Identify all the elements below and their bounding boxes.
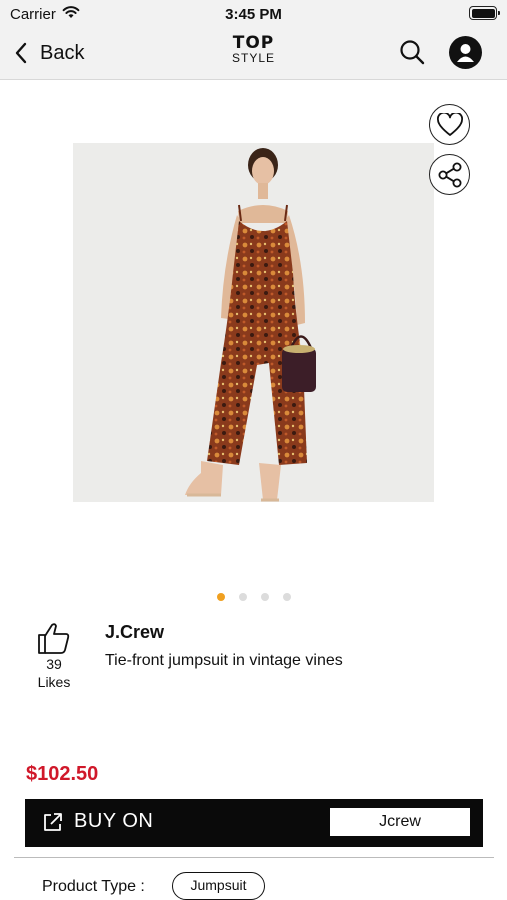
brand-name: J.Crew <box>105 622 165 642</box>
product-image[interactable] <box>73 143 434 502</box>
favorite-button[interactable] <box>429 104 470 145</box>
user-icon <box>457 44 474 62</box>
product-type-label: Product Type : <box>42 878 145 895</box>
app-logo: TOP STYLE <box>0 34 507 65</box>
logo-top-text: TOP <box>232 33 275 53</box>
product-name: Tie-front jumpsuit in vintage vines <box>105 652 343 669</box>
product-type-chip[interactable]: Jumpsuit <box>172 872 265 900</box>
product-price: $102.50 <box>26 763 99 785</box>
store-name: Jcrew <box>330 808 470 836</box>
clock: 3:45 PM <box>225 6 282 23</box>
buy-on-label: BUY ON <box>74 810 154 832</box>
model-photo <box>73 143 434 502</box>
battery-icon <box>469 6 500 20</box>
buy-on-button[interactable]: BUY ON Jcrew <box>25 799 483 847</box>
nav-bar: Back TOP STYLE <box>0 28 507 80</box>
logo-bottom-text: STYLE <box>231 51 275 65</box>
pager-dot[interactable] <box>238 593 247 601</box>
share-icon <box>438 162 461 187</box>
pager-dot[interactable] <box>260 593 269 601</box>
divider <box>14 857 494 858</box>
likes-count: 39 <box>46 656 62 672</box>
external-link-icon <box>44 813 62 831</box>
image-pager <box>0 593 507 601</box>
thumbs-up-icon[interactable] <box>36 620 72 656</box>
heart-icon <box>436 112 463 136</box>
profile-button[interactable] <box>449 36 482 69</box>
pager-dot[interactable] <box>282 593 291 601</box>
likes-label: Likes <box>37 674 71 690</box>
status-bar: Carrier 3:45 PM <box>0 0 507 28</box>
pager-dot[interactable] <box>216 593 225 601</box>
search-icon[interactable] <box>398 38 426 66</box>
share-button[interactable] <box>429 154 470 195</box>
